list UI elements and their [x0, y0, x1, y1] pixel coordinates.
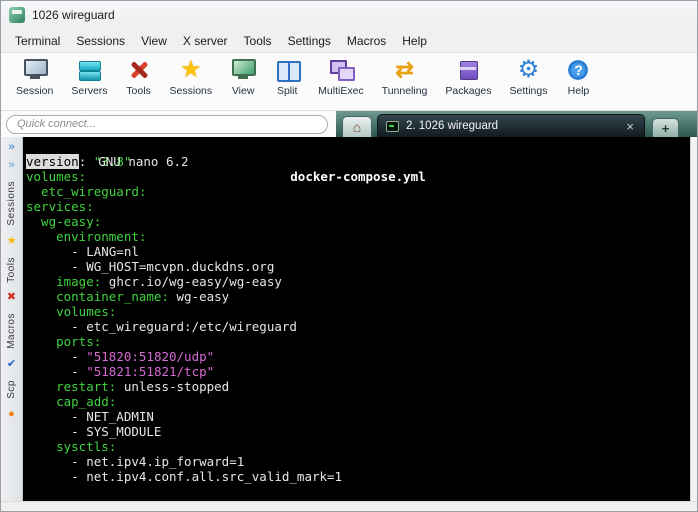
- terminal-line: restart: unless-stopped: [26, 379, 230, 394]
- terminal-line: - etc_wireguard:/etc/wireguard: [26, 319, 297, 334]
- plus-icon: +: [661, 120, 670, 136]
- menu-macros[interactable]: Macros: [339, 31, 394, 51]
- toolbar-label: Packages: [445, 85, 492, 97]
- view-icon: [230, 57, 257, 83]
- title-bar: 1026 wireguard: [1, 1, 697, 29]
- nano-filename: docker-compose.yml: [290, 169, 426, 184]
- macros-icon[interactable]: ✔: [7, 359, 16, 370]
- terminal-tab-icon: [386, 120, 399, 132]
- terminal-line: - NET_ADMIN: [26, 409, 154, 424]
- tab-strip: ⌂ 2. 1026 wireguard × +: [336, 111, 697, 137]
- packages-icon: [455, 57, 481, 83]
- toolbar-label: MultiExec: [318, 85, 364, 97]
- toolbar: Session Servers Tools ★ Sessions View Split Mul…: [1, 53, 697, 111]
- menu-bar: Terminal Sessions View X server Tools Setting…: [1, 29, 697, 53]
- mobaxterm-window: 1026 wireguard Terminal Sessions View X ser…: [0, 0, 698, 512]
- main-area: » » Sessions ★ Tools ✖ Macros ✔ Scp ● GNU nano 6.…: [1, 137, 697, 501]
- menu-tools[interactable]: Tools: [236, 31, 280, 51]
- menu-x-server[interactable]: X server: [175, 31, 236, 51]
- terminal-line: cap_add:: [26, 394, 117, 409]
- toolbar-button-tools[interactable]: Tools: [117, 57, 161, 97]
- servers-icon: [76, 57, 102, 83]
- settings-icon: ⚙: [517, 56, 540, 83]
- toolbar-button-tunneling[interactable]: ⇄ Tunneling: [373, 57, 437, 98]
- tab-row: ⌂ 2. 1026 wireguard × +: [1, 111, 697, 137]
- terminal-line: - LANG=nl: [26, 244, 139, 259]
- toolbar-label: View: [231, 85, 255, 97]
- split-icon: [274, 57, 302, 83]
- menu-terminal[interactable]: Terminal: [7, 31, 68, 51]
- bottom-bar: [1, 501, 697, 511]
- terminal-line: - net.ipv4.ip_forward=1: [26, 454, 245, 469]
- menu-settings[interactable]: Settings: [280, 31, 339, 51]
- nano-version: GNU nano 6.2: [98, 154, 189, 169]
- star-icon[interactable]: ★: [7, 235, 17, 247]
- sessions-star-icon: ★: [180, 56, 202, 83]
- terminal-line: - SYS_MODULE: [26, 424, 162, 439]
- close-tab-icon[interactable]: ×: [624, 119, 636, 134]
- toolbar-button-session[interactable]: Session: [7, 57, 62, 97]
- sidebar-tab-tools[interactable]: Tools: [6, 257, 17, 283]
- scp-icon[interactable]: ●: [8, 408, 15, 420]
- pin-sidebar-icon[interactable]: »: [8, 160, 14, 171]
- terminal-line: - WG_HOST=mcvpn.duckdns.org: [26, 259, 275, 274]
- sidebar-tab-sessions[interactable]: Sessions: [6, 181, 17, 226]
- toolbar-button-settings[interactable]: ⚙ Settings: [501, 56, 557, 98]
- terminal-line: services:: [26, 199, 94, 214]
- collapse-sidebar-icon[interactable]: »: [8, 142, 14, 153]
- toolbar-label: Settings: [509, 85, 548, 97]
- toolbar-label: Split: [276, 85, 298, 97]
- session-icon: [22, 57, 48, 83]
- active-session-tab[interactable]: 2. 1026 wireguard ×: [377, 114, 645, 137]
- terminal-line: container_name: wg-easy: [26, 289, 230, 304]
- terminal-line: sysctls:: [26, 439, 117, 454]
- terminal-line: - "51821:51821/tcp": [26, 364, 215, 379]
- toolbar-button-servers[interactable]: Servers: [62, 57, 116, 97]
- toolbar-label: Tunneling: [381, 85, 428, 97]
- terminal-line: environment:: [26, 229, 147, 244]
- terminal-line: etc_wireguard:: [26, 184, 147, 199]
- toolbar-button-packages[interactable]: Packages: [436, 57, 500, 97]
- quick-connect-input[interactable]: [6, 114, 328, 134]
- toolbar-button-help[interactable]: ? Help: [556, 57, 600, 97]
- toolbar-button-view[interactable]: View: [221, 57, 265, 97]
- menu-sessions[interactable]: Sessions: [68, 31, 133, 51]
- nano-header: GNU nano 6.2 docker-compose.yml: [26, 139, 690, 184]
- menu-help[interactable]: Help: [394, 31, 435, 51]
- terminal-line: image: ghcr.io/wg-easy/wg-easy: [26, 274, 282, 289]
- terminal-content: version: "3.8" volumes: etc_wireguard: ser…: [26, 154, 690, 484]
- app-icon: [9, 7, 25, 23]
- toolbar-button-multiexec[interactable]: MultiExec: [309, 57, 373, 97]
- active-tab-label: 2. 1026 wireguard: [406, 120, 499, 132]
- toolbar-label: Help: [567, 85, 590, 97]
- terminal-line: - "51820:51820/udp": [26, 349, 215, 364]
- terminal[interactable]: GNU nano 6.2 docker-compose.yml version:…: [23, 137, 690, 501]
- sidebar-tab-scp[interactable]: Scp: [6, 380, 17, 399]
- home-tab[interactable]: ⌂: [342, 116, 372, 137]
- toolbar-label: Session: [16, 85, 54, 97]
- toolbar-button-split[interactable]: Split: [265, 57, 309, 97]
- toolbar-label: Sessions: [169, 85, 213, 97]
- toolbar-button-sessions[interactable]: ★ Sessions: [161, 56, 222, 98]
- terminal-line: ports:: [26, 334, 102, 349]
- menu-view[interactable]: View: [133, 31, 175, 51]
- sidebar-tab-macros[interactable]: Macros: [6, 313, 17, 349]
- new-tab-button[interactable]: +: [652, 118, 679, 137]
- terminal-line: wg-easy:: [26, 214, 102, 229]
- help-icon: ?: [565, 57, 592, 83]
- tools-icon: [126, 57, 152, 83]
- window-title: 1026 wireguard: [32, 8, 115, 22]
- multiexec-icon: [328, 57, 355, 83]
- toolbar-label: Tools: [126, 85, 151, 97]
- tools-icon[interactable]: ✖: [7, 292, 16, 303]
- toolbar-label: Servers: [71, 85, 108, 97]
- terminal-scrollbar[interactable]: [690, 137, 697, 501]
- tunneling-icon: ⇄: [395, 57, 414, 82]
- home-icon: ⌂: [352, 119, 362, 135]
- sidebar: » » Sessions ★ Tools ✖ Macros ✔ Scp ●: [1, 137, 23, 501]
- terminal-line: - net.ipv4.conf.all.src_valid_mark=1: [26, 469, 343, 484]
- terminal-line: volumes:: [26, 304, 117, 319]
